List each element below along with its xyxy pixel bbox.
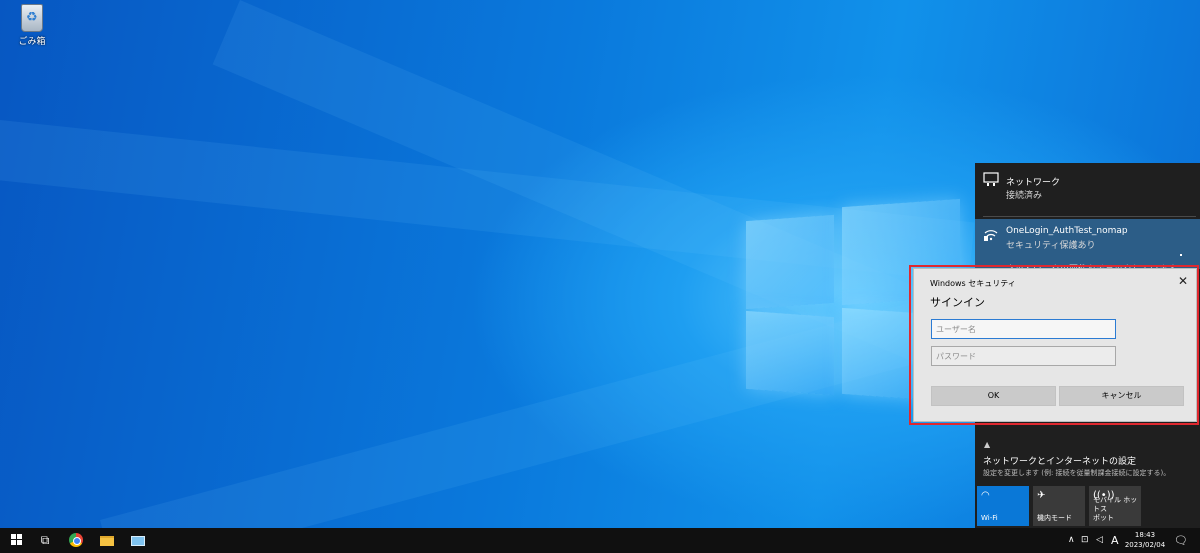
username-field[interactable] (931, 319, 1116, 339)
windows-logo-pane (746, 214, 834, 310)
dialog-heading: サインイン (930, 296, 985, 309)
windows-security-dialog: Windows セキュリティ ✕ サインイン OK キャンセル (913, 268, 1197, 422)
cancel-button[interactable]: キャンセル (1059, 386, 1184, 406)
clock-time: 18:43 (1134, 531, 1156, 539)
quick-action-mobile-hotspot[interactable]: ((•)) モバイル ホットス ポット (1089, 486, 1141, 526)
recycle-bin-label: ごみ箱 (18, 37, 46, 47)
folder-icon (100, 536, 114, 546)
ethernet-icon (983, 171, 1001, 189)
network-tray-icon[interactable]: ⊡ (1081, 528, 1089, 553)
divider (983, 216, 1196, 217)
recycle-bin-shortcut[interactable]: ごみ箱 (12, 4, 52, 47)
password-field[interactable] (931, 346, 1116, 366)
quick-action-airplane-mode[interactable]: ✈ 機内モード (1033, 486, 1085, 526)
notification-icon[interactable]: 🗨 (1174, 528, 1188, 553)
remote-desktop-icon (131, 536, 145, 546)
chevron-up-icon[interactable]: ▲ (984, 440, 990, 449)
remote-desktop-taskbar-button[interactable] (123, 528, 153, 553)
file-explorer-taskbar-button[interactable] (92, 528, 122, 553)
clock-date: 2023/02/04 (1124, 541, 1166, 549)
ime-indicator[interactable]: A (1111, 528, 1119, 553)
ethernet-name: ネットワーク (1006, 178, 1061, 188)
clock[interactable]: 18:43 2023/02/04 (1124, 530, 1166, 551)
network-settings-description: 設定を変更します (例: 接続を従量制課金接続に設定する)。 (983, 469, 1171, 477)
ok-button[interactable]: OK (931, 386, 1056, 406)
close-icon[interactable]: ✕ (1178, 274, 1188, 288)
dialog-title: Windows セキュリティ (930, 279, 1016, 288)
wifi-secured-icon (983, 226, 1001, 244)
task-view-icon: ⧉ (40, 533, 50, 547)
start-button[interactable] (2, 528, 32, 553)
task-view-button[interactable]: ⧉ (30, 528, 60, 553)
chevron-up-icon[interactable]: ∧ (1068, 528, 1075, 553)
windows-logo-icon (11, 534, 23, 546)
quick-action-label: 機内モード (1037, 514, 1072, 522)
taskbar: ⧉ ∧ ⊡ ◁ A 18:43 2023/02/04 🗨 (0, 528, 1200, 553)
quick-action-label: モバイル ホットス ポット (1093, 496, 1138, 522)
quick-action-label: Wi-Fi (981, 514, 998, 522)
ethernet-status: 接続済み (1006, 191, 1043, 201)
quick-action-wifi[interactable]: ◠ Wi-Fi (977, 486, 1029, 526)
chrome-icon (69, 533, 83, 547)
airplane-icon: ✈ (1037, 490, 1046, 501)
windows-logo-pane (746, 310, 834, 396)
wifi-icon: ◠ (981, 490, 990, 501)
recycle-bin-icon (21, 4, 43, 32)
network-settings-link[interactable]: ネットワークとインターネットの設定 (983, 454, 1136, 467)
network-item-ethernet[interactable]: ネットワーク 接続済み (975, 171, 1200, 205)
chrome-taskbar-button[interactable] (61, 528, 91, 553)
wifi-security: セキュリティ保護あり (1006, 241, 1096, 251)
wifi-ssid: OneLogin_AuthTest_nomap (1006, 226, 1128, 236)
progress-dot (1180, 254, 1182, 256)
volume-icon[interactable]: ◁ (1096, 528, 1103, 553)
